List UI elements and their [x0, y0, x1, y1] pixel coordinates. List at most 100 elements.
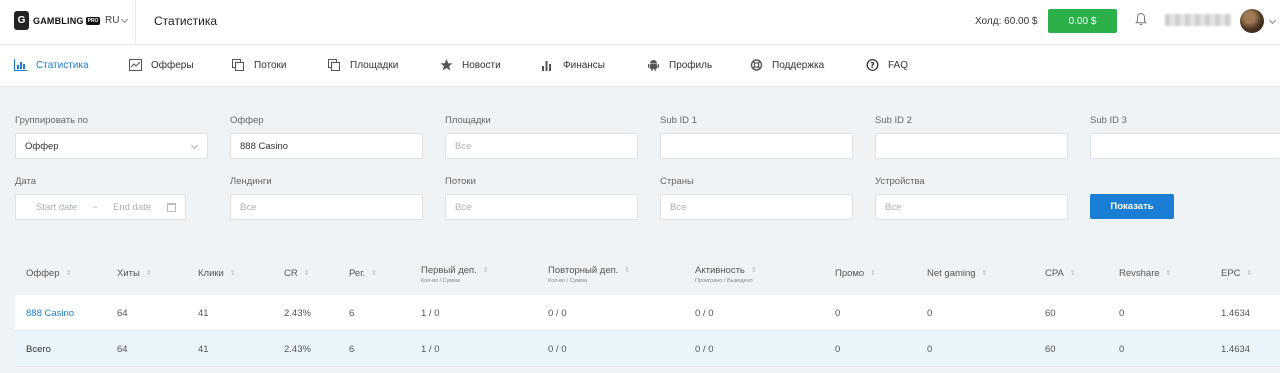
cell-offer[interactable]: 888 Casino [26, 308, 74, 319]
column-header-label: Клики [198, 268, 224, 279]
cell-hits: 64 [117, 308, 128, 319]
column-header-epc[interactable]: EPC ⇕ [1221, 268, 1252, 279]
chevron-down-icon[interactable] [1268, 16, 1277, 25]
column-header-hits[interactable]: Хиты ⇕ [117, 268, 152, 279]
nav-item-offers[interactable]: Офферы [129, 59, 194, 71]
sort-icon[interactable]: ⇕ [624, 267, 630, 274]
column-header-cpa[interactable]: CPA ⇕ [1045, 268, 1076, 279]
bar-chart-icon [14, 59, 27, 71]
page-title: Статистика [154, 14, 218, 28]
devices-placeholder: Все [885, 201, 902, 213]
column-header-revshare[interactable]: Revshare ⇕ [1119, 268, 1172, 279]
logo-mark: G [14, 11, 29, 30]
sort-icon[interactable]: ⇕ [751, 267, 757, 274]
column-header-first-deposit[interactable]: Первый деп. ⇕ [421, 265, 489, 276]
sort-icon[interactable]: ⇕ [371, 270, 377, 277]
countries-select[interactable]: Все [660, 194, 853, 220]
platforms-placeholder: Все [455, 140, 472, 152]
streams-select[interactable]: Все [445, 194, 638, 220]
nav-item-finance[interactable]: Финансы [541, 59, 605, 71]
devices-select[interactable]: Все [875, 194, 1068, 220]
balance-button[interactable]: 0.00 $ [1048, 9, 1117, 33]
column-header-sublabel: Проиграно / Выведено [695, 278, 753, 284]
nav-item-platforms[interactable]: Площадки [328, 59, 398, 71]
sort-icon[interactable]: ⇕ [1070, 270, 1076, 277]
column-header-label: Net gaming [927, 268, 976, 279]
sub-id-2-label: Sub ID 2 [875, 115, 912, 126]
offer-select[interactable]: 888 Casino [230, 133, 423, 159]
column-header-repeat-deposit[interactable]: Повторный деп. ⇕ [548, 265, 630, 276]
sort-icon[interactable]: ⇕ [230, 270, 236, 277]
sort-icon[interactable]: ⇕ [1166, 270, 1172, 277]
column-header-label: Повторный деп. [548, 265, 619, 276]
column-header-label: Хиты [117, 268, 140, 279]
landings-label: Лендинги [230, 176, 272, 187]
username-blurred[interactable] [1165, 14, 1231, 26]
copy-icon [232, 59, 244, 71]
copy-icon [328, 59, 340, 71]
cell-repeat-deposit: 0 / 0 [548, 344, 567, 355]
column-header-label: Промо [835, 268, 865, 279]
column-header-registrations[interactable]: Рег. ⇕ [349, 268, 377, 279]
streams-label: Потоки [445, 176, 476, 187]
sub-id-3-input[interactable] [1090, 133, 1280, 159]
group-by-select[interactable]: Оффер [15, 133, 208, 159]
lifebuoy-icon [750, 59, 763, 71]
landings-select[interactable]: Все [230, 194, 423, 220]
cell-registrations: 6 [349, 308, 355, 319]
column-header-label: Активность [695, 265, 745, 276]
sub-id-1-input[interactable] [660, 133, 853, 159]
bell-icon[interactable] [1135, 12, 1147, 26]
column-header-label: Revshare [1119, 268, 1160, 279]
date-separator: ~ [92, 201, 98, 213]
cell-cpa: 60 [1045, 308, 1056, 319]
date-start: Start date [36, 201, 78, 213]
cell-cpa: 60 [1045, 344, 1056, 355]
cell-revshare: 0 [1119, 344, 1125, 355]
top-bar: G GAMBLING PRO RU Статистика Холд: 60.00… [0, 0, 1280, 45]
countries-placeholder: Все [670, 201, 687, 213]
sub-id-3-label: Sub ID 3 [1090, 115, 1127, 126]
column-header-clicks[interactable]: Клики ⇕ [198, 268, 236, 279]
nav-item-news[interactable]: Новости [440, 59, 501, 71]
nav-item-label: Поддержка [772, 59, 825, 71]
landings-placeholder: Все [240, 201, 257, 213]
cell-revshare: 0 [1119, 308, 1125, 319]
date-range-picker[interactable]: Start date ~ End date [15, 194, 186, 220]
sort-icon[interactable]: ⇕ [146, 270, 152, 277]
nav-item-label: Финансы [563, 59, 605, 71]
sort-icon[interactable]: ⇕ [483, 267, 489, 274]
nav-item-statistics[interactable]: Статистика [14, 59, 89, 71]
sort-icon[interactable]: ⇕ [66, 270, 72, 277]
column-header-label: CPA [1045, 268, 1064, 279]
offer-value: 888 Casino [240, 140, 289, 152]
show-button[interactable]: Показать [1090, 194, 1174, 219]
nav-item-support[interactable]: Поддержка [750, 59, 824, 71]
column-header-label: Рег. [349, 268, 366, 279]
column-header-activity[interactable]: Активность ⇕ [695, 265, 757, 276]
sort-icon[interactable]: ⇕ [1247, 270, 1253, 277]
nav-item-streams[interactable]: Потоки [232, 59, 287, 71]
question-icon: ? [866, 59, 879, 71]
cell-epc: 1.4634 [1221, 308, 1251, 319]
sort-icon[interactable]: ⇕ [982, 270, 988, 277]
sort-icon[interactable]: ⇕ [870, 270, 876, 277]
platforms-select[interactable]: Все [445, 133, 638, 159]
column-header-cr[interactable]: CR ⇕ [284, 268, 310, 279]
column-header-promo[interactable]: Промо ⇕ [835, 268, 876, 279]
column-header-offer[interactable]: Оффер ⇕ [26, 268, 71, 279]
nav-item-label: Площадки [350, 59, 399, 71]
language-selector[interactable]: RU [105, 15, 129, 26]
column-header-net-gaming[interactable]: Net gaming ⇕ [927, 268, 987, 279]
logo[interactable]: G GAMBLING PRO [14, 11, 101, 30]
avatar[interactable] [1240, 9, 1264, 33]
cell-first-deposit: 1 / 0 [421, 344, 440, 355]
nav-item-label: Профиль [669, 59, 713, 71]
nav-item-faq[interactable]: ? FAQ [866, 59, 908, 71]
sub-id-2-input[interactable] [875, 133, 1068, 159]
sort-icon[interactable]: ⇕ [304, 270, 310, 277]
cell-cr: 2.43% [284, 344, 311, 355]
devices-label: Устройства [875, 176, 925, 187]
nav-item-profile[interactable]: Профиль [647, 59, 712, 71]
header-divider [135, 0, 136, 45]
